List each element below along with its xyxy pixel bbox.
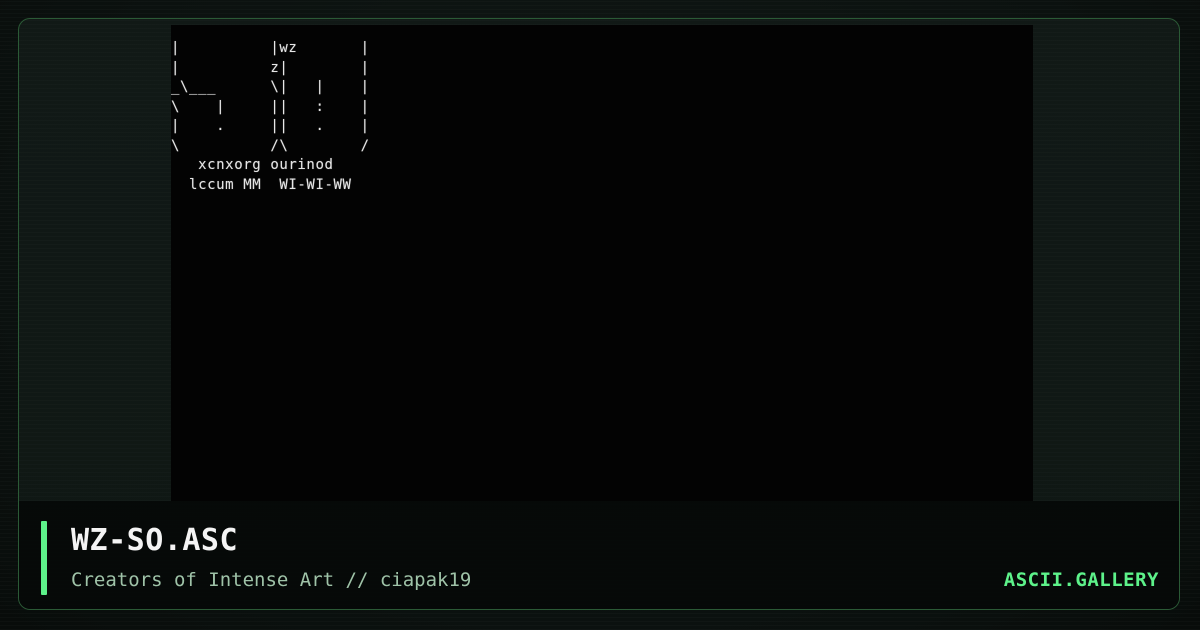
art-title: WZ-SO.ASC: [71, 523, 239, 558]
site-brand[interactable]: ASCII.GALLERY: [1004, 569, 1159, 591]
ascii-art-text: | |wz | | z| | _\___ \| | | \ | || : | |…: [171, 40, 370, 193]
preview-card: | |wz | | z| | _\___ \| | | \ | || : | |…: [18, 18, 1180, 610]
accent-stripe: [41, 521, 47, 595]
caption-bar: WZ-SO.ASC Creators of Intense Art // cia…: [19, 501, 1179, 609]
ascii-art-panel: | |wz | | z| | _\___ \| | | \ | || : | |…: [171, 25, 1033, 501]
art-subtitle: Creators of Intense Art // ciapak19: [71, 569, 472, 591]
